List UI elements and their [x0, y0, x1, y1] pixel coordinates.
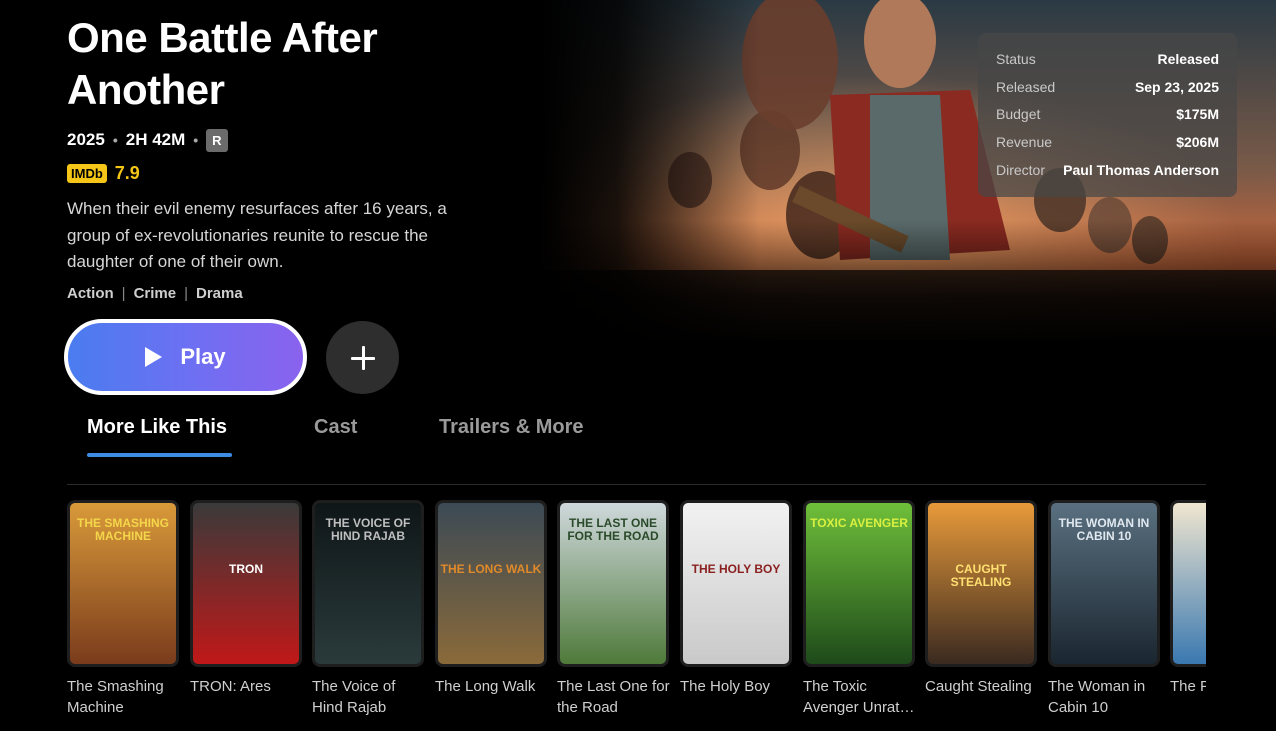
- poster-image: TRON: [190, 500, 302, 667]
- imdb-score: 7.9: [114, 163, 140, 183]
- poster-title: The Woman in Cabin 10: [1048, 678, 1146, 716]
- poster-card[interactable]: THE LAST ONE FOR THE ROAD The Last One fo…: [557, 500, 670, 718]
- tab-label: Cast: [314, 416, 358, 438]
- hero-fade-bottom: [540, 220, 1276, 350]
- details-value: Released: [1157, 50, 1219, 67]
- tab-cast[interactable]: Cast: [314, 416, 357, 439]
- tab-trailers-more[interactable]: Trailers & More: [439, 416, 584, 439]
- genre-list: Action | Crime | Drama: [67, 285, 243, 302]
- details-label: Revenue: [996, 134, 1053, 151]
- genre-tag: Drama: [196, 285, 243, 302]
- movie-details-card: Status Released Released Sep 23, 2025 Bu…: [978, 33, 1237, 197]
- imdb-logo: IMDb: [67, 164, 107, 183]
- poster-title: The F… First…: [1170, 678, 1206, 695]
- genre-separator: |: [121, 285, 126, 302]
- poster-art-title: THE WOMAN IN CABIN 10: [1058, 516, 1150, 543]
- poster-image: [1170, 500, 1206, 667]
- poster-card[interactable]: TOXIC AVENGER The Toxic Avenger Unrat…: [803, 500, 915, 718]
- poster-art-title: THE HOLY BOY: [691, 562, 781, 576]
- poster-image: THE HOLY BOY: [680, 500, 792, 667]
- poster-title: TRON: Ares: [190, 678, 271, 695]
- play-icon: [145, 347, 163, 367]
- poster-title: The Long Walk: [435, 678, 536, 695]
- poster-card[interactable]: THE SMASHING MACHINE The Smashing Machine: [67, 500, 179, 718]
- play-button-label: Play: [180, 344, 226, 369]
- poster-image: THE LONG WALK: [435, 500, 547, 667]
- more-like-this-row: THE SMASHING MACHINE The Smashing Machine…: [67, 500, 1206, 731]
- genre-separator: |: [184, 285, 189, 302]
- poster-image: TOXIC AVENGER: [803, 500, 915, 667]
- poster-art-title: THE VOICE OF HIND RAJAB: [325, 516, 411, 543]
- details-label: Budget: [996, 106, 1041, 123]
- runtime: 2H 42M: [125, 130, 186, 149]
- details-label: Director: [996, 162, 1046, 179]
- poster-card[interactable]: TRON TRON: Ares: [190, 500, 302, 697]
- poster-title: The Last One for the Road: [557, 678, 670, 716]
- poster-image: THE WOMAN IN CABIN 10: [1048, 500, 1160, 667]
- movie-meta: 2025 • 2H 42M • R: [67, 127, 228, 153]
- details-row-budget: Budget $175M: [996, 101, 1219, 129]
- details-row-revenue: Revenue $206M: [996, 128, 1219, 156]
- poster-image: THE LAST ONE FOR THE ROAD: [557, 500, 669, 667]
- movie-title: One Battle After Another: [67, 14, 378, 113]
- poster-title: Caught Stealing: [925, 678, 1032, 695]
- details-value: Sep 23, 2025: [1134, 78, 1219, 95]
- details-row-released: Released Sep 23, 2025: [996, 73, 1219, 101]
- details-label: Released: [996, 78, 1056, 95]
- poster-art-title: THE SMASHING MACHINE: [76, 516, 169, 543]
- poster-image: THE SMASHING MACHINE: [67, 500, 179, 667]
- details-value: $175M: [1176, 106, 1219, 123]
- plus-icon: [350, 345, 375, 370]
- poster-card[interactable]: THE LONG WALK The Long Walk: [435, 500, 547, 697]
- poster-title: The Smashing Machine: [67, 678, 164, 716]
- poster-art-title: THE LONG WALK: [440, 562, 542, 576]
- poster-art-title: CAUGHT STEALING: [950, 562, 1012, 589]
- poster-card[interactable]: CAUGHT STEALING Caught Stealing: [925, 500, 1037, 697]
- add-to-list-button[interactable]: [326, 321, 399, 394]
- imdb-rating: IMDb 7.9: [67, 163, 140, 184]
- genre-tag: Action: [67, 285, 114, 302]
- details-value: Paul Thomas Anderson: [1063, 162, 1219, 179]
- poster-art-title: TOXIC AVENGER: [810, 516, 908, 530]
- poster-title: The Toxic Avenger Unrat…: [803, 678, 915, 716]
- poster-image: THE VOICE OF HIND RAJAB: [312, 500, 424, 667]
- genre-tag: Crime: [133, 285, 177, 302]
- content-rating-badge: R: [206, 128, 228, 152]
- meta-dot-separator: •: [112, 132, 118, 148]
- details-label: Status: [996, 50, 1036, 67]
- poster-art-title: TRON: [229, 562, 263, 576]
- poster-card[interactable]: THE HOLY BOY The Holy Boy: [680, 500, 792, 697]
- active-tab-indicator: [87, 453, 232, 457]
- poster-title: The Voice of Hind Rajab: [312, 678, 396, 716]
- poster-card[interactable]: The F… First…: [1170, 500, 1206, 697]
- tab-label: More Like This: [87, 416, 228, 438]
- movie-synopsis: When their evil enemy resurfaces after 1…: [67, 199, 447, 271]
- tab-label: Trailers & More: [439, 416, 584, 438]
- poster-card[interactable]: THE WOMAN IN CABIN 10 The Woman in Cabin …: [1048, 500, 1160, 718]
- tab-more-like-this[interactable]: More Like This: [87, 416, 232, 457]
- poster-title: The Holy Boy: [680, 678, 771, 695]
- release-year: 2025: [67, 130, 105, 149]
- tabs-divider: [67, 484, 1206, 485]
- details-value: $206M: [1176, 134, 1219, 151]
- details-row-status: Status Released: [996, 45, 1219, 73]
- poster-card[interactable]: THE VOICE OF HIND RAJAB The Voice of Hind…: [312, 500, 424, 718]
- details-row-director: Director Paul Thomas Anderson: [996, 156, 1219, 184]
- meta-dot-separator: •: [193, 132, 199, 148]
- play-button[interactable]: Play: [64, 319, 307, 395]
- poster-image: CAUGHT STEALING: [925, 500, 1037, 667]
- poster-art-title: THE LAST ONE FOR THE ROAD: [567, 516, 659, 543]
